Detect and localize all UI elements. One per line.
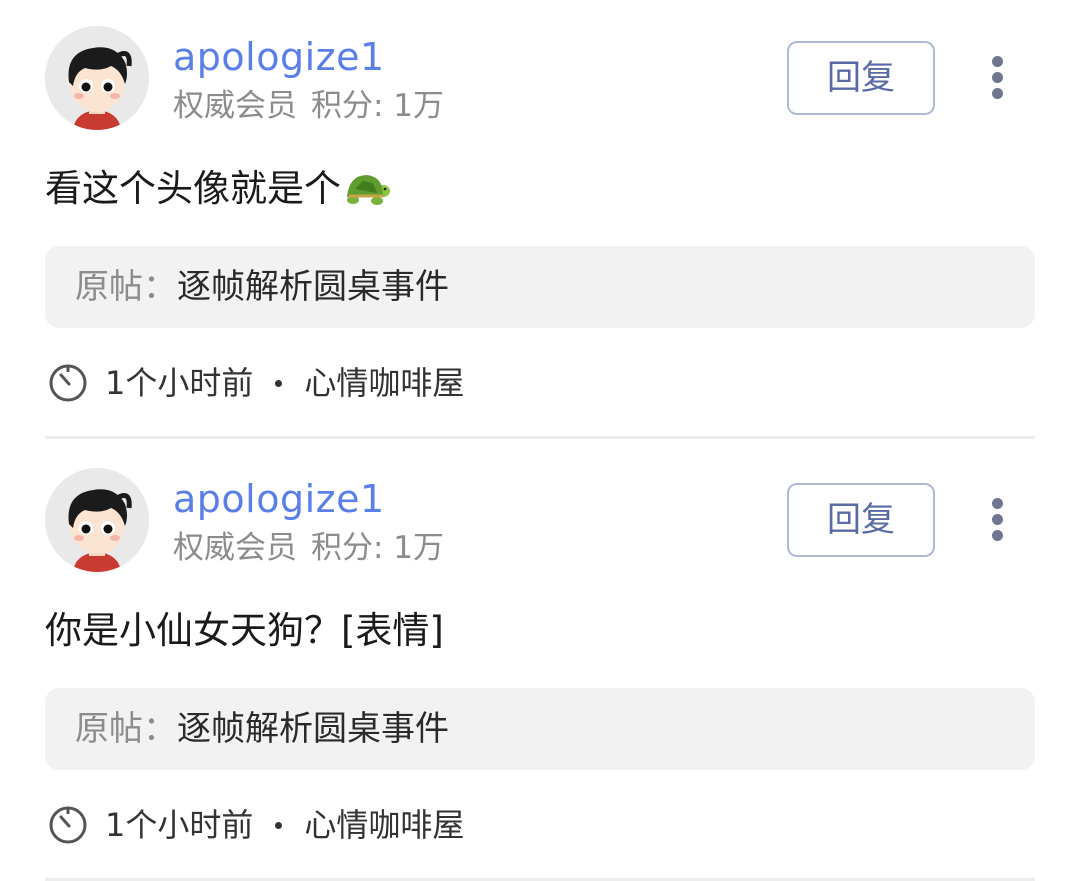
user-points: 积分: 1万 [311,88,445,124]
original-post-title: 逐帧解析圆桌事件 [177,709,449,749]
username[interactable]: apologize1 [173,476,385,522]
original-post-link[interactable]: 原帖：逐帧解析圆桌事件 [45,246,1035,328]
avatar-image [45,468,149,572]
reply-button[interactable]: 回复 [787,483,935,557]
member-level: 权威会员 [173,88,297,124]
user-points: 积分: 1万 [311,530,445,566]
avatar[interactable] [45,26,149,130]
comment-text: 你是小仙女天狗？[表情] [45,606,444,656]
separator-dot [275,379,283,387]
avatar-image [45,26,149,130]
board-name[interactable]: 心情咖啡屋 [304,802,464,848]
username[interactable]: apologize1 [173,34,385,80]
avatar[interactable] [45,468,149,572]
comment-feed: apologize1 权威会员 积分: 1万 回复 看这个头像就是个 原帖：逐帧解… [0,0,1080,881]
divider [45,436,1035,439]
comment-footer: 1个小时前 心情咖啡屋 [47,802,464,848]
comment-item: apologize1 权威会员 积分: 1万 回复 看这个头像就是个 原帖：逐帧解… [0,0,1080,442]
post-time: 1个小时前 [105,364,254,402]
clock-icon [49,364,87,402]
comment-item: apologize1 权威会员 积分: 1万 回复 你是小仙女天狗？[表情] 原帖… [0,442,1080,881]
board-name[interactable]: 心情咖啡屋 [304,360,464,406]
more-vertical-icon[interactable] [978,494,1018,544]
comment-text: 看这个头像就是个 [45,164,391,214]
comment-footer: 1个小时前 心情咖啡屋 [47,360,464,406]
original-post-label: 原帖： [75,267,177,307]
more-vertical-icon[interactable] [978,52,1018,102]
original-post-label: 原帖： [75,709,177,749]
original-post-title: 逐帧解析圆桌事件 [177,267,449,307]
turtle-emoji-icon [347,175,390,205]
post-time: 1个小时前 [105,806,254,844]
original-post-link[interactable]: 原帖：逐帧解析圆桌事件 [45,688,1035,770]
user-meta: 权威会员 积分: 1万 [173,86,444,126]
user-meta: 权威会员 积分: 1万 [173,528,444,568]
member-level: 权威会员 [173,530,297,566]
comment-body: 看这个头像就是个 [45,167,341,210]
clock-icon [49,806,87,844]
comment-body: 你是小仙女天狗？[表情] [45,609,444,652]
separator-dot [275,821,283,829]
reply-button[interactable]: 回复 [787,41,935,115]
